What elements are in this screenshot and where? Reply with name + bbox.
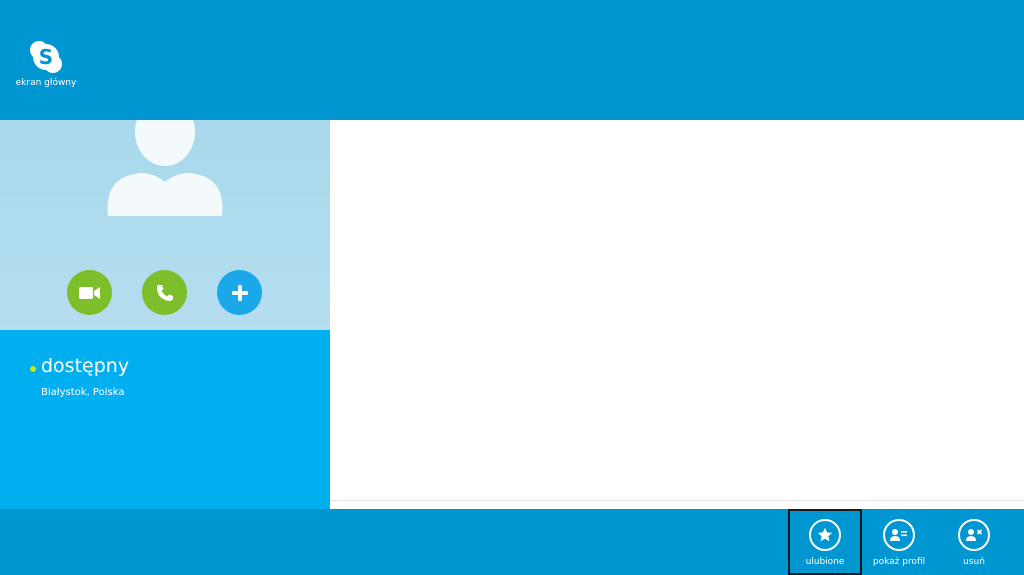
top-header: S ekran główny bbox=[0, 0, 1024, 120]
conversation-area[interactable] bbox=[330, 120, 1024, 509]
star-icon bbox=[817, 527, 833, 542]
show-profile-label: pokaż profil bbox=[872, 557, 926, 567]
remove-contact-label: usuń bbox=[963, 557, 985, 567]
phone-icon bbox=[156, 284, 173, 301]
profile-photo-panel bbox=[0, 120, 330, 330]
svg-text:S: S bbox=[39, 45, 53, 69]
favorites-circle bbox=[809, 519, 841, 551]
remove-contact-button[interactable]: usuń bbox=[937, 509, 1011, 575]
video-camera-icon bbox=[78, 286, 100, 299]
status-text: dostępny bbox=[41, 355, 130, 377]
bottom-app-bar: ulubione pokaż profil usuń bbox=[0, 509, 1024, 575]
home-label: ekran główny bbox=[15, 78, 77, 88]
add-button[interactable] bbox=[217, 270, 262, 315]
skype-window: S ekran główny dostępny Białystok, Polsk… bbox=[0, 0, 1024, 575]
favorites-label: ulubione bbox=[805, 557, 845, 567]
skype-logo-icon: S bbox=[30, 41, 62, 73]
profile-card-icon bbox=[890, 529, 907, 541]
show-profile-button[interactable]: pokaż profil bbox=[862, 509, 936, 575]
remove-person-icon bbox=[966, 529, 983, 541]
remove-contact-circle bbox=[958, 519, 990, 551]
profile-info-panel: dostępny Białystok, Polska bbox=[0, 330, 330, 509]
status-dot-icon bbox=[30, 366, 36, 372]
avatar-placeholder-icon bbox=[107, 120, 223, 216]
voice-call-button[interactable] bbox=[142, 270, 187, 315]
location-text: Białystok, Polska bbox=[41, 387, 125, 398]
plus-icon bbox=[231, 284, 248, 301]
home-button[interactable]: S ekran główny bbox=[14, 40, 78, 100]
favorites-button[interactable]: ulubione bbox=[788, 509, 862, 575]
message-input-divider bbox=[330, 500, 1024, 501]
video-call-button[interactable] bbox=[67, 270, 112, 315]
show-profile-circle bbox=[883, 519, 915, 551]
